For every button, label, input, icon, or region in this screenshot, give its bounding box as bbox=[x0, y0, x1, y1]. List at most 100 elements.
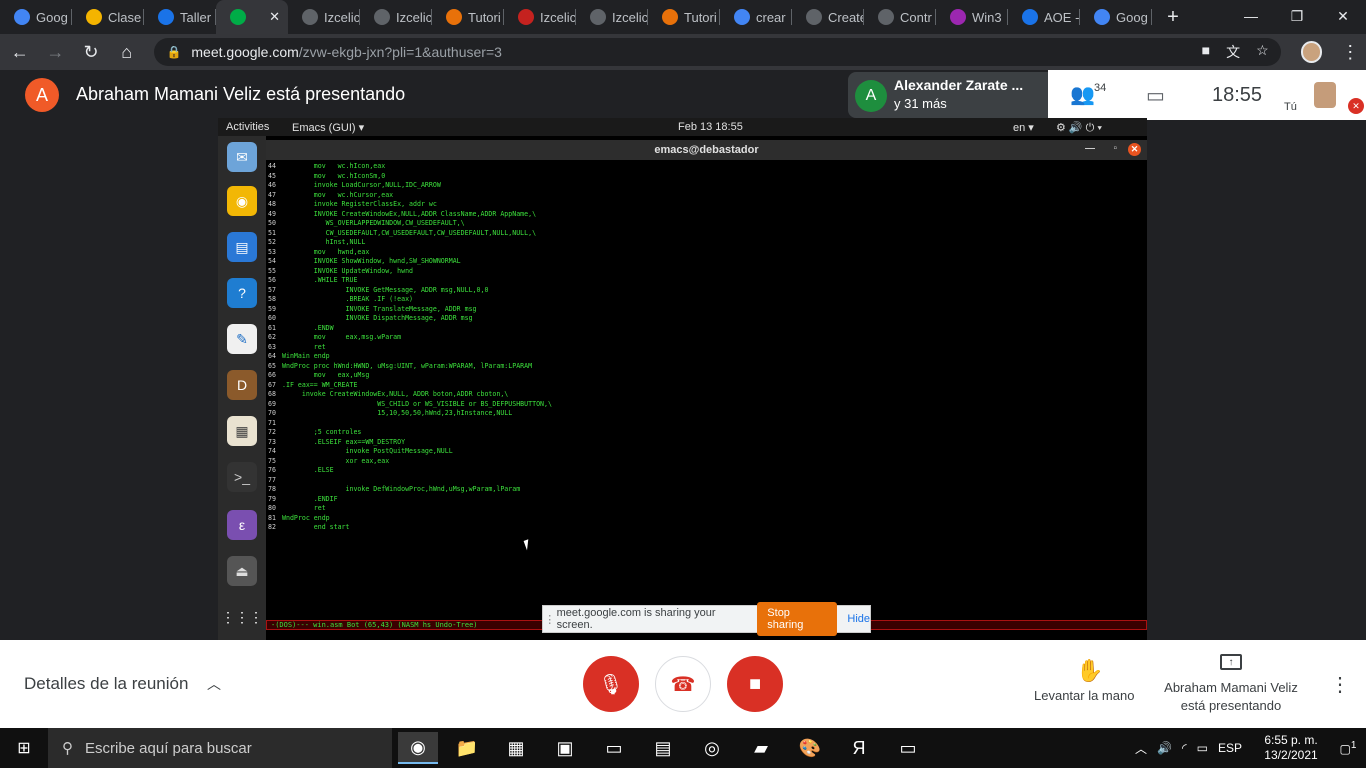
system-tray-icons[interactable]: ⚙ 🔊 ⏻ ▾ bbox=[1056, 121, 1102, 135]
activities-button[interactable]: Activities bbox=[226, 121, 269, 133]
profile-avatar[interactable] bbox=[1300, 41, 1323, 63]
new-tab-icon[interactable]: + bbox=[1158, 0, 1188, 34]
code-line: 76 .ELSE bbox=[268, 466, 552, 476]
terminal-icon[interactable]: >_ bbox=[227, 462, 257, 492]
lock-icon[interactable]: 🔒 bbox=[166, 45, 181, 59]
show-apps-icon[interactable]: ⋮⋮⋮ bbox=[221, 602, 263, 632]
dosbox-icon[interactable]: D bbox=[227, 370, 257, 400]
camera-toggle-button[interactable]: ■ bbox=[727, 656, 783, 712]
winrar-taskbar-icon[interactable]: ▰ bbox=[741, 732, 781, 764]
back-icon[interactable]: ← bbox=[4, 36, 36, 68]
address-bar[interactable]: 🔒 meet.google.com /zvw-ekgb-jxn?pli=1&au… bbox=[154, 38, 1281, 66]
browser-tab[interactable]: Goog bbox=[0, 0, 72, 34]
presenting-button[interactable]: Abraham Mamani Veliz está presentando bbox=[1160, 679, 1302, 715]
emacs-editor[interactable]: 44 mov wc.hIcon,eax 45 mov wc.hIconSm,0 46… bbox=[266, 160, 1147, 620]
reload-icon[interactable]: ↻ bbox=[75, 36, 107, 68]
input-language[interactable]: ESP bbox=[1218, 741, 1242, 755]
restore-icon[interactable]: ❐ bbox=[1274, 0, 1320, 32]
red-app-icon[interactable]: Я bbox=[839, 732, 879, 764]
notifications-icon[interactable]: ▢1 bbox=[1330, 740, 1366, 756]
taskbar-time: 6:55 p. m. bbox=[1264, 733, 1318, 747]
help-icon[interactable]: ? bbox=[227, 278, 257, 308]
browser-tab[interactable]: Clase bbox=[72, 0, 144, 34]
browser-tab[interactable]: Taller bbox=[144, 0, 216, 34]
browser-tab[interactable]: Izcelic bbox=[360, 0, 432, 34]
forward-icon[interactable]: → bbox=[40, 36, 72, 68]
browser-tab[interactable]: AOE - bbox=[1008, 0, 1080, 34]
self-video-thumbnail bbox=[1314, 82, 1336, 108]
mic-toggle-button[interactable]: 🎙 bbox=[583, 656, 639, 712]
emu8086-icon[interactable]: ▣ bbox=[545, 732, 585, 764]
chat-icon[interactable]: ▭ bbox=[1146, 83, 1165, 108]
thunderbird-icon[interactable]: ✉ bbox=[227, 142, 257, 172]
tab-close-icon[interactable]: ✕ bbox=[269, 9, 280, 25]
usb-drive-icon[interactable]: ⏏ bbox=[227, 556, 257, 586]
browser-tab[interactable]: crear bbox=[720, 0, 792, 34]
chrome-taskbar-icon[interactable]: ◉ bbox=[398, 732, 438, 764]
code-line: 74 invoke PostQuitMessage,NULL bbox=[268, 447, 552, 457]
camera-icon[interactable]: ■ bbox=[1202, 42, 1210, 62]
screen-share-notice: ⋮ meet.google.com is sharing your screen… bbox=[542, 602, 871, 636]
text-editor-icon[interactable]: ✎ bbox=[227, 324, 257, 354]
search-icon: ⚲ bbox=[62, 740, 73, 757]
battery-icon[interactable]: ▭ bbox=[1197, 741, 1208, 755]
line-number: 47 bbox=[268, 190, 276, 199]
browser-tab[interactable]: Tutori bbox=[432, 0, 504, 34]
leave-call-button[interactable]: ☎ bbox=[655, 656, 711, 712]
participant-pill[interactable]: A Alexander Zarate ... y 31 más bbox=[848, 72, 1048, 118]
gnome-clock[interactable]: Feb 13 18:55 bbox=[678, 121, 743, 133]
close-icon[interactable]: ✕ bbox=[1320, 0, 1366, 32]
raise-hand-icon[interactable]: ✋ bbox=[1076, 658, 1103, 684]
browser-tab[interactable]: Contr bbox=[864, 0, 936, 34]
cmd-icon[interactable]: ▭ bbox=[594, 732, 634, 764]
browser-tab[interactable]: Izcelic bbox=[288, 0, 360, 34]
browser-tab[interactable]: Create bbox=[792, 0, 864, 34]
windows-start-icon[interactable]: ⊞ bbox=[0, 728, 48, 768]
wifi-icon[interactable]: ◜ bbox=[1182, 741, 1187, 755]
presentation-icon[interactable]: ▦ bbox=[227, 416, 257, 446]
drag-grip-icon[interactable]: ⋮ bbox=[543, 613, 557, 626]
chevron-up-icon[interactable]: ︿ bbox=[207, 674, 221, 694]
browser-tab[interactable]: Izcelic bbox=[576, 0, 648, 34]
browser-tab[interactable]: Izcelic bbox=[504, 0, 576, 34]
browser-tab[interactable]: Win3 bbox=[936, 0, 1008, 34]
emacs-icon[interactable]: ε bbox=[227, 510, 257, 540]
calculator-icon[interactable]: ▦ bbox=[496, 732, 536, 764]
more-options-icon[interactable]: ⋮ bbox=[1330, 672, 1350, 697]
raise-hand-label[interactable]: Levantar la mano bbox=[1034, 688, 1134, 703]
keyboard-layout[interactable]: en ▾ bbox=[1013, 121, 1034, 134]
browser-tab[interactable]: ✕ bbox=[216, 0, 288, 34]
minimize-icon[interactable]: — bbox=[1228, 0, 1274, 32]
rhythmbox-icon[interactable]: ◉ bbox=[227, 186, 257, 216]
obs-icon[interactable]: ◎ bbox=[692, 732, 732, 764]
hide-button[interactable]: Hide bbox=[847, 613, 870, 625]
line-text: .WHILE TRUE bbox=[282, 276, 358, 284]
code-line: 68 invoke CreateWindowEx,NULL, ADDR boto… bbox=[268, 390, 552, 400]
translate-icon[interactable]: 文 bbox=[1226, 42, 1240, 62]
taskbar-clock[interactable]: 6:55 p. m. 13/2/2021 bbox=[1252, 733, 1330, 763]
line-number: 49 bbox=[268, 209, 276, 218]
volume-icon[interactable]: 🔊 bbox=[1157, 741, 1172, 755]
taskbar-search[interactable]: ⚲ Escribe aquí para buscar bbox=[48, 728, 392, 768]
browser-tab[interactable]: Tutori bbox=[648, 0, 720, 34]
browser-tab[interactable]: Goog bbox=[1080, 0, 1152, 34]
line-number: 73 bbox=[268, 437, 276, 446]
window-app-icon[interactable]: ▭ bbox=[888, 732, 928, 764]
line-text: mov wc.hCursor,eax bbox=[282, 190, 394, 199]
browser-menu-icon[interactable]: ⋮ bbox=[1334, 36, 1366, 68]
emacs-maximize-icon[interactable]: ▫ bbox=[1113, 143, 1117, 154]
writer-icon[interactable]: ▤ bbox=[227, 232, 257, 262]
tray-chevron-icon[interactable]: ︿ bbox=[1135, 740, 1147, 757]
bookmark-star-icon[interactable]: ☆ bbox=[1256, 42, 1269, 62]
app-menu[interactable]: Emacs (GUI) ▾ bbox=[292, 121, 364, 134]
paint-icon[interactable]: 🎨 bbox=[790, 732, 830, 764]
file-explorer-icon[interactable]: 📁 bbox=[447, 732, 487, 764]
home-icon[interactable]: ⌂ bbox=[111, 36, 143, 68]
emacs-minimize-icon[interactable]: — bbox=[1085, 143, 1095, 154]
stop-sharing-button[interactable]: Stop sharing bbox=[757, 602, 838, 636]
chart-app-icon[interactable]: ▤ bbox=[643, 732, 683, 764]
people-icon[interactable]: 👥 bbox=[1070, 82, 1095, 107]
emacs-close-icon[interactable]: ✕ bbox=[1128, 143, 1141, 156]
meeting-details-button[interactable]: Detalles de la reunión bbox=[24, 674, 188, 694]
present-screen-icon[interactable]: ↑ bbox=[1220, 654, 1242, 670]
